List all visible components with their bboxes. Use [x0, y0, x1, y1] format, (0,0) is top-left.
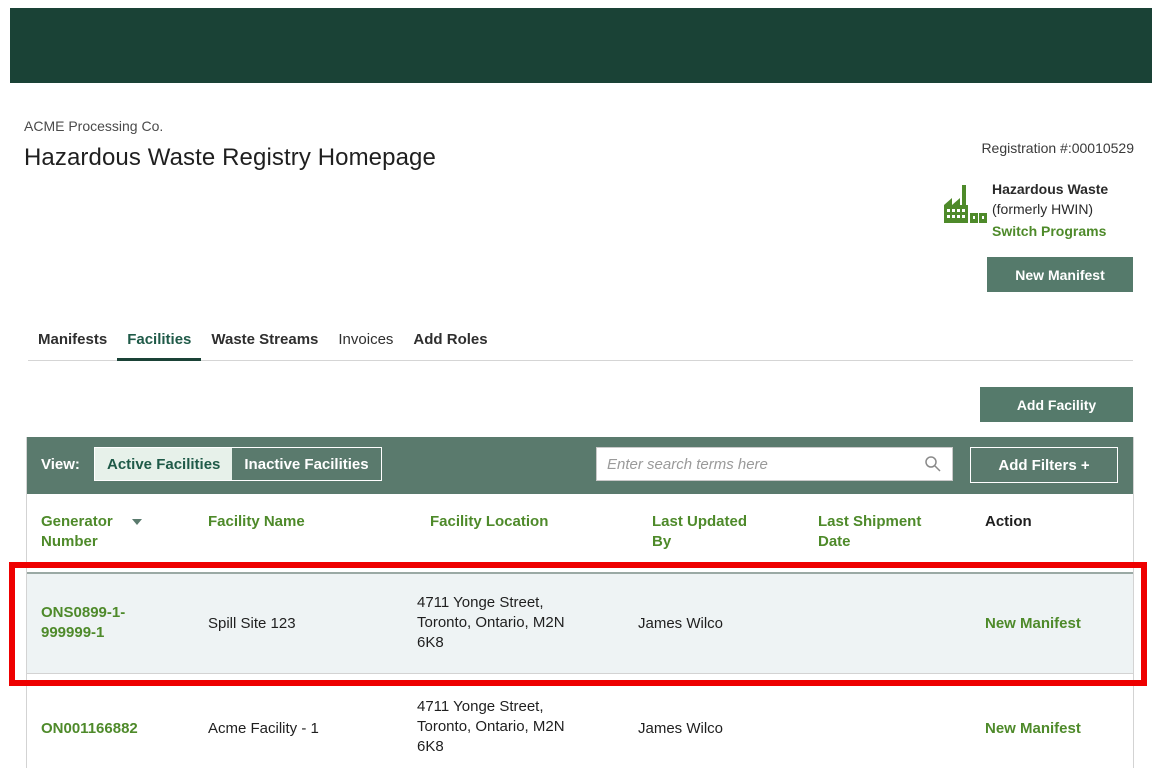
col-facility-location[interactable]: Facility Location — [430, 512, 548, 532]
add-filters-button[interactable]: Add Filters + — [970, 447, 1118, 483]
tab-manifests[interactable]: Manifests — [28, 330, 117, 360]
add-facility-button[interactable]: Add Facility — [980, 387, 1133, 422]
table-row[interactable]: ON001166882 Acme Facility - 1 4711 Yonge… — [27, 677, 1133, 768]
search-placeholder: Enter search terms here — [607, 456, 768, 473]
last-updated-by: James Wilco — [638, 720, 724, 737]
generator-number-link[interactable]: ON001166882 — [41, 719, 138, 739]
program-name: Hazardous Waste — [992, 181, 1109, 197]
tab-bar: Manifests Facilities Waste Streams Invoi… — [28, 330, 1133, 361]
highlight-box — [9, 562, 1147, 686]
program-info: Hazardous Waste (formerly HWIN) Switch P… — [942, 179, 1142, 243]
registration-number: Registration #:00010529 — [981, 140, 1134, 156]
page-title: Hazardous Waste Registry Homepage — [24, 144, 436, 171]
program-subtitle: (formerly HWIN) — [992, 201, 1094, 217]
tab-invoices[interactable]: Invoices — [328, 330, 403, 360]
col-action: Action — [985, 513, 1032, 530]
company-name: ACME Processing Co. — [24, 118, 164, 134]
table-header: Generator Number Facility Name Facility … — [27, 494, 1133, 572]
location-line-1: 4711 Yonge Street, — [417, 698, 544, 715]
tab-add-roles[interactable]: Add Roles — [403, 330, 497, 360]
tab-facilities[interactable]: Facilities — [117, 330, 202, 361]
view-label: View: — [41, 456, 80, 473]
row-new-manifest-link[interactable]: New Manifest — [985, 719, 1081, 739]
col-generator-number[interactable]: Generator Number — [41, 512, 113, 552]
sort-desc-icon[interactable] — [132, 519, 142, 525]
col-last-shipment-label-1: Last Shipment — [818, 513, 922, 530]
active-facilities-option[interactable]: Active Facilities — [95, 448, 233, 480]
col-last-updated-label-2: By — [652, 533, 672, 550]
location-line-2: Toronto, Ontario, M2N — [417, 718, 565, 735]
col-last-updated-label-1: Last Updated — [652, 513, 748, 530]
view-toggle: Active Facilities Inactive Facilities — [94, 447, 382, 481]
col-generator-label-1: Generator — [41, 513, 113, 530]
col-last-shipment-date[interactable]: Last Shipment Date — [818, 512, 921, 552]
location-line-3: 6K8 — [417, 738, 444, 755]
factory-icon — [942, 185, 990, 225]
col-last-updated-by[interactable]: Last Updated By — [652, 512, 747, 552]
tab-waste-streams[interactable]: Waste Streams — [201, 330, 328, 360]
facility-name: Acme Facility - 1 — [208, 720, 319, 737]
top-banner — [10, 8, 1152, 83]
col-facility-name[interactable]: Facility Name — [208, 512, 305, 532]
new-manifest-button[interactable]: New Manifest — [987, 257, 1133, 292]
search-input[interactable]: Enter search terms here — [596, 447, 953, 481]
search-icon[interactable] — [924, 455, 942, 473]
switch-programs-link[interactable]: Switch Programs — [992, 221, 1106, 241]
facility-location: 4711 Yonge Street, Toronto, Ontario, M2N… — [417, 697, 565, 757]
col-generator-label-2: Number — [41, 533, 98, 550]
table-toolbar: View: Active Facilities Inactive Facilit… — [27, 437, 1133, 494]
col-last-shipment-label-2: Date — [818, 533, 851, 550]
inactive-facilities-option[interactable]: Inactive Facilities — [232, 448, 381, 480]
